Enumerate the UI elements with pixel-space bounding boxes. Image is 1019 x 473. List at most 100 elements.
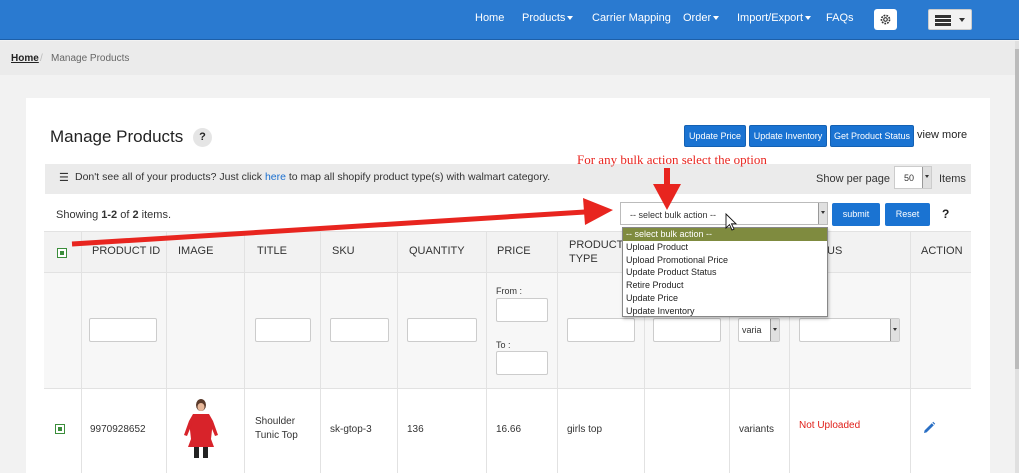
update-price-button[interactable]: Update Price (684, 125, 746, 147)
cell-variants[interactable]: variants (739, 424, 774, 435)
showing-of: of (120, 209, 130, 221)
col-status[interactable]: US (827, 245, 842, 257)
page-title: Manage Products (50, 127, 184, 146)
bulk-option-update-price[interactable]: Update Price (623, 292, 827, 305)
show-per-page-label: Show per page (816, 173, 890, 185)
product-type-filter[interactable] (567, 318, 635, 342)
gear-icon (880, 14, 891, 25)
col-product-id[interactable]: PRODUCT ID (92, 245, 160, 257)
column-divider (81, 231, 82, 473)
user-menu-icon (935, 15, 951, 26)
nav-products-label: Products (522, 12, 566, 24)
quantity-filter[interactable] (407, 318, 477, 342)
showing-prefix: Showing (56, 209, 99, 221)
annotation-text: For any bulk action select the option (577, 152, 767, 167)
list-icon: ☰ (59, 172, 69, 184)
bulk-option-none[interactable]: -- select bulk action -- (623, 228, 827, 241)
bulk-option-upload-product[interactable]: Upload Product (623, 241, 827, 254)
column-divider (397, 231, 398, 473)
price-to-label: To : (496, 340, 511, 350)
showing-range: 1-2 (101, 209, 118, 221)
cell-product-id: 9970928652 (90, 424, 146, 435)
nav-import-export-label: Import/Export (737, 12, 804, 24)
col-price[interactable]: PRICE (497, 245, 531, 257)
bulk-option-retire-product[interactable]: Retire Product (623, 279, 827, 292)
chevron-down-icon (713, 16, 720, 21)
cell-quantity: 136 (407, 424, 424, 435)
edit-pencil-icon[interactable] (922, 421, 936, 435)
col-title[interactable]: TITLE (257, 245, 287, 257)
nav-carrier-mapping[interactable]: Carrier Mapping (592, 12, 671, 24)
col-action: ACTION (921, 245, 963, 257)
variant-filter-value: varia (742, 325, 762, 335)
bulk-action-value: -- select bulk action -- (630, 210, 717, 220)
col-sku[interactable]: SKU (332, 245, 355, 257)
col-product-type[interactable]: PRODUCT TYPE (569, 238, 623, 266)
cell-sku: sk-gtop-3 (330, 424, 372, 435)
nav-home[interactable]: Home (475, 12, 504, 24)
column-divider (166, 231, 167, 473)
page-scrollbar[interactable] (1015, 41, 1019, 473)
column-divider (320, 231, 321, 473)
user-menu-button[interactable] (928, 9, 972, 30)
column-divider (244, 231, 245, 473)
chevron-down-icon (959, 18, 965, 22)
per-page-value: 50 (904, 173, 915, 183)
breadcrumb-home[interactable]: Home (11, 53, 39, 64)
info-suffix: to map all shopify product type(s) with … (288, 171, 551, 183)
nav-import-export[interactable]: Import/Export (737, 12, 812, 24)
bulk-option-update-inventory[interactable]: Update Inventory (623, 305, 827, 318)
cell-title-line1: Shoulder (255, 416, 296, 427)
get-product-status-button[interactable]: Get Product Status (830, 125, 914, 147)
nav-faqs[interactable]: FAQs (826, 12, 854, 24)
showing-items: items. (141, 209, 172, 221)
price-from-label: From : (496, 286, 522, 296)
price-from-input[interactable] (496, 298, 548, 322)
nav-order[interactable]: Order (683, 12, 720, 24)
bulk-action-select[interactable]: -- select bulk action -- (620, 202, 828, 225)
variant-filter-select[interactable]: varia (738, 318, 780, 342)
settings-button[interactable] (874, 9, 897, 30)
chevron-down-icon (770, 319, 779, 341)
breadcrumb: Home / Manage Products (0, 41, 1019, 75)
col-image: IMAGE (178, 245, 214, 257)
info-message: Don't see all of your products? Just cli… (75, 171, 550, 183)
column-divider (910, 231, 911, 473)
breadcrumb-current: Manage Products (51, 53, 130, 64)
extra-filter[interactable] (653, 318, 721, 342)
per-page-select[interactable]: 50 (894, 166, 932, 189)
view-more-link[interactable]: view more (917, 129, 967, 141)
status-filter-select[interactable] (799, 318, 900, 342)
chevron-down-icon (805, 16, 812, 21)
product-id-filter[interactable] (89, 318, 157, 342)
scrollbar-thumb[interactable] (1015, 49, 1019, 369)
reset-button[interactable]: Reset (885, 203, 930, 226)
sku-filter[interactable] (330, 318, 389, 342)
breadcrumb-separator: / (40, 53, 43, 64)
bulk-help-icon[interactable]: ? (942, 207, 949, 221)
chevron-down-icon (890, 319, 899, 341)
cell-product-type: girls top (567, 424, 603, 435)
help-button[interactable]: ? (193, 128, 212, 147)
showing-count: Showing 1-2 of 2 items. (56, 209, 171, 221)
row-checkbox[interactable] (55, 424, 65, 434)
select-all-checkbox[interactable] (57, 248, 67, 258)
bulk-action-dropdown: -- select bulk action -- Upload Product … (622, 227, 828, 317)
submit-button[interactable]: submit (832, 203, 880, 226)
title-filter[interactable] (255, 318, 311, 342)
chevron-down-icon (567, 16, 574, 21)
col-quantity[interactable]: QUANTITY (409, 245, 465, 257)
info-prefix: Don't see all of your products? Just cli… (75, 171, 263, 183)
cell-price: 16.66 (496, 424, 522, 435)
cell-title-line2: Tunic Top (255, 430, 298, 441)
bulk-option-upload-promotional-price[interactable]: Upload Promotional Price (623, 254, 827, 267)
nav-products[interactable]: Products (522, 12, 574, 24)
mapping-link[interactable]: here (265, 171, 286, 183)
column-divider (486, 231, 487, 473)
bulk-option-update-product-status[interactable]: Update Product Status (623, 266, 827, 279)
product-image (178, 397, 224, 461)
price-to-input[interactable] (496, 351, 548, 375)
column-divider (557, 231, 558, 473)
chevron-down-icon (922, 167, 931, 188)
update-inventory-button[interactable]: Update Inventory (749, 125, 827, 147)
